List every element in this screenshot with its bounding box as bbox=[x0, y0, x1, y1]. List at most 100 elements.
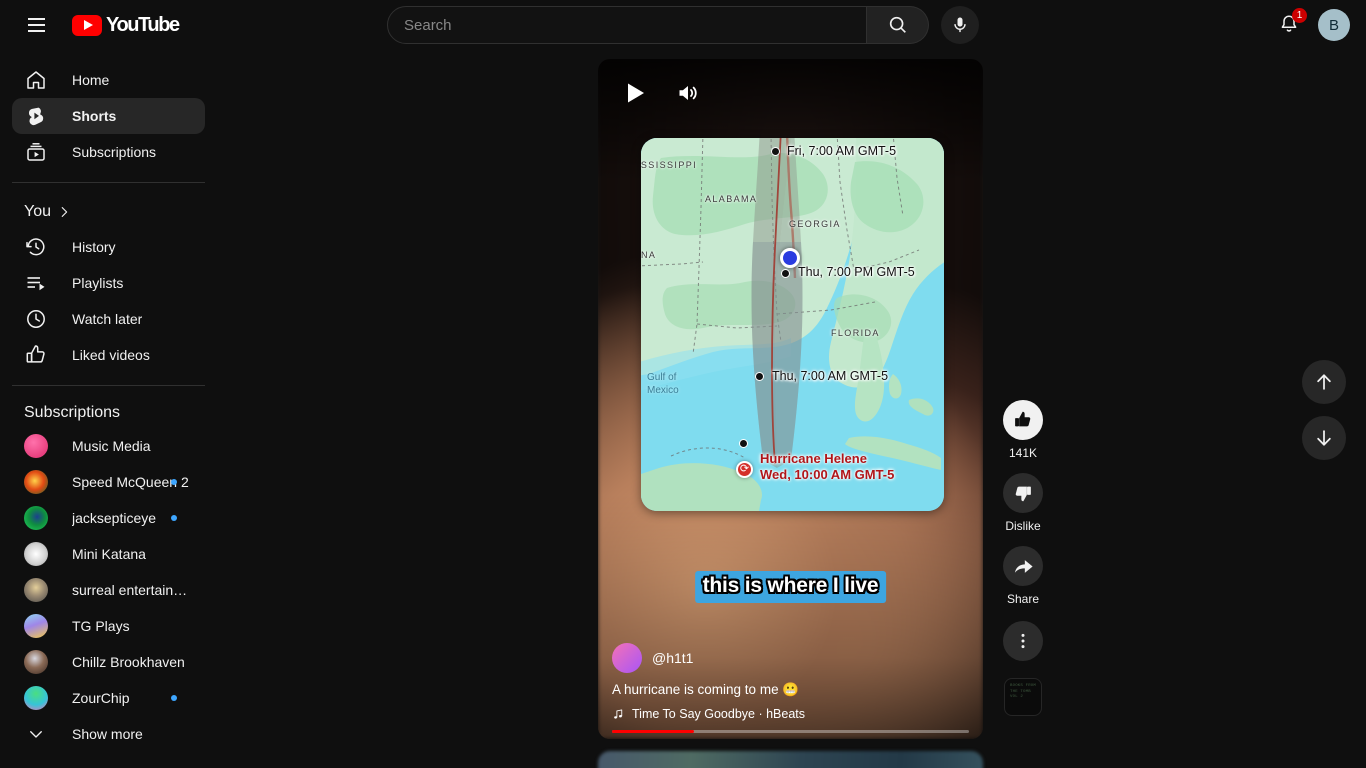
avatar bbox=[24, 578, 48, 602]
dislike-button[interactable]: Dislike bbox=[1003, 473, 1043, 533]
track-point-dot-thu-am bbox=[755, 372, 764, 381]
channel-handle[interactable]: @h1t1 bbox=[652, 650, 693, 666]
sound-attribution[interactable]: Time To Say Goodbye · hBeats bbox=[612, 707, 912, 721]
clock-icon bbox=[24, 307, 48, 331]
channel-row[interactable]: @h1t1 bbox=[612, 643, 912, 673]
account-avatar[interactable]: B bbox=[1318, 9, 1350, 41]
sidebar-show-more[interactable]: Show more bbox=[12, 716, 205, 752]
map-label-louisiana: NA bbox=[641, 250, 657, 260]
avatar bbox=[24, 650, 48, 674]
search-wrapper bbox=[387, 6, 979, 44]
notification-count-badge: 1 bbox=[1292, 8, 1307, 23]
sidebar-channel-surreal-entertainment[interactable]: surreal entertainme… bbox=[12, 572, 205, 608]
avatar bbox=[24, 542, 48, 566]
shorts-icon bbox=[24, 104, 48, 128]
sidebar-you-section: History Playlists Watch later Liked vide… bbox=[0, 229, 217, 373]
new-content-dot bbox=[171, 695, 177, 701]
video-progress-bar[interactable] bbox=[612, 730, 969, 733]
thumbs-up-filled-icon bbox=[1015, 411, 1031, 427]
share-label: Share bbox=[1006, 592, 1040, 606]
more-vertical-icon bbox=[1021, 633, 1025, 649]
avatar[interactable] bbox=[612, 643, 642, 673]
sidebar-channel-mini-katana[interactable]: Mini Katana bbox=[12, 536, 205, 572]
sidebar-item-label: History bbox=[72, 239, 116, 255]
sidebar-item-shorts[interactable]: Shorts bbox=[12, 98, 205, 134]
sidebar-item-label: Home bbox=[72, 72, 110, 88]
sidebar-item-liked-videos[interactable]: Liked videos bbox=[12, 337, 205, 373]
arrow-down-icon bbox=[1317, 430, 1331, 446]
hamburger-icon[interactable] bbox=[16, 5, 56, 45]
track-point-label-thu-am: Thu, 7:00 AM GMT-5 bbox=[772, 369, 889, 383]
sidebar-item-subscriptions[interactable]: Subscriptions bbox=[12, 134, 205, 170]
sidebar-item-label: Playlists bbox=[72, 275, 124, 291]
like-button-circle[interactable] bbox=[1003, 400, 1043, 440]
avatar bbox=[24, 506, 48, 530]
thumbs-down-icon bbox=[1015, 486, 1031, 502]
sidebar-channel-zourchip[interactable]: ZourChip bbox=[12, 680, 205, 716]
sidebar-item-watch-later[interactable]: Watch later bbox=[12, 301, 205, 337]
sidebar-channel-chillz-brookhaven[interactable]: Chillz Brookhaven bbox=[12, 644, 205, 680]
arrow-up-icon bbox=[1317, 374, 1331, 390]
avatar bbox=[24, 470, 48, 494]
sidebar-subscriptions-header: Subscriptions bbox=[24, 404, 121, 421]
hurricane-track-map: ISSISSIPPI ALABAMA GEORGIA FLORIDA NA Gu… bbox=[641, 138, 944, 511]
dislike-button-circle[interactable] bbox=[1003, 473, 1043, 513]
thumbs-up-icon bbox=[24, 343, 48, 367]
sound-title: Time To Say Goodbye · hBeats bbox=[632, 707, 806, 721]
related-video-thumbnail[interactable]: BOOKS FROM THE TOMB VOL 2 bbox=[1004, 678, 1042, 716]
sidebar-channel-music-media[interactable]: Music Media bbox=[12, 428, 205, 464]
youtube-logo[interactable]: YouTube bbox=[72, 13, 180, 37]
video-description: A hurricane is coming to me 😬 bbox=[612, 682, 800, 697]
youtube-wordmark: YouTube bbox=[106, 13, 180, 36]
sidebar-channel-jacksepticeye[interactable]: jacksepticeye bbox=[12, 500, 205, 536]
channel-name: TG Plays bbox=[72, 618, 130, 634]
track-point-label-fri: Fri, 7:00 AM GMT-5 bbox=[787, 144, 897, 158]
shorts-action-rail: 141K Dislike Share BOOKS FROM THE TOMB V… bbox=[991, 400, 1055, 716]
map-label-gulf-of-mexico: Gulf of Mexico bbox=[647, 372, 679, 396]
more-options-circle[interactable] bbox=[1003, 621, 1043, 661]
volume-on-icon bbox=[679, 86, 697, 100]
chevron-down-icon bbox=[24, 722, 48, 746]
channel-name: Chillz Brookhaven bbox=[72, 654, 185, 670]
shorts-navigation bbox=[1302, 360, 1346, 460]
sidebar-item-history[interactable]: History bbox=[12, 229, 205, 265]
channel-name: Mini Katana bbox=[72, 546, 146, 562]
short-video-card[interactable]: ISSISSIPPI ALABAMA GEORGIA FLORIDA NA Gu… bbox=[598, 59, 983, 739]
video-caption: this is where I live bbox=[694, 571, 887, 603]
previous-short-button[interactable] bbox=[1302, 360, 1346, 404]
map-label-florida: FLORIDA bbox=[831, 328, 880, 338]
next-short-button[interactable] bbox=[1302, 416, 1346, 460]
more-options-button[interactable] bbox=[1003, 621, 1043, 661]
like-button[interactable]: 141K bbox=[1003, 400, 1043, 460]
storm-label: Hurricane Helene Wed, 10:00 AM GMT-5 bbox=[760, 451, 895, 482]
search-box[interactable] bbox=[387, 6, 867, 44]
new-content-dot bbox=[171, 479, 177, 485]
avatar bbox=[24, 614, 48, 638]
volume-button[interactable] bbox=[674, 79, 702, 107]
share-button[interactable]: Share bbox=[1003, 546, 1043, 606]
next-short-preview[interactable] bbox=[598, 751, 983, 768]
sidebar-primary-section: Home Shorts Subscriptions bbox=[0, 62, 217, 170]
sidebar-you-header[interactable]: You bbox=[0, 195, 217, 229]
map-label-alabama: ALABAMA bbox=[705, 194, 758, 204]
chevron-right-icon bbox=[61, 207, 68, 217]
sidebar-item-playlists[interactable]: Playlists bbox=[12, 265, 205, 301]
subscriptions-icon bbox=[24, 140, 48, 164]
sidebar-item-label: Liked videos bbox=[72, 347, 150, 363]
history-icon bbox=[24, 235, 48, 259]
music-note-icon bbox=[614, 708, 623, 719]
sidebar-divider-1 bbox=[12, 182, 205, 183]
sidebar-channel-list: Music Media Speed McQueen 2 jacksepticey… bbox=[0, 428, 217, 752]
video-metadata: @h1t1 A hurricane is coming to me 😬 Time… bbox=[612, 643, 912, 721]
playlists-icon bbox=[24, 271, 48, 295]
search-input[interactable] bbox=[404, 16, 866, 34]
notifications-button[interactable]: 1 bbox=[1270, 6, 1308, 44]
sidebar-you-label: You bbox=[24, 203, 51, 220]
sidebar-item-home[interactable]: Home bbox=[12, 62, 205, 98]
play-button[interactable] bbox=[622, 79, 650, 107]
sidebar-channel-tg-plays[interactable]: TG Plays bbox=[12, 608, 205, 644]
search-button[interactable] bbox=[867, 6, 929, 44]
voice-search-button[interactable] bbox=[941, 6, 979, 44]
sidebar-channel-speed-mcqueen-2[interactable]: Speed McQueen 2 bbox=[12, 464, 205, 500]
share-button-circle[interactable] bbox=[1003, 546, 1043, 586]
